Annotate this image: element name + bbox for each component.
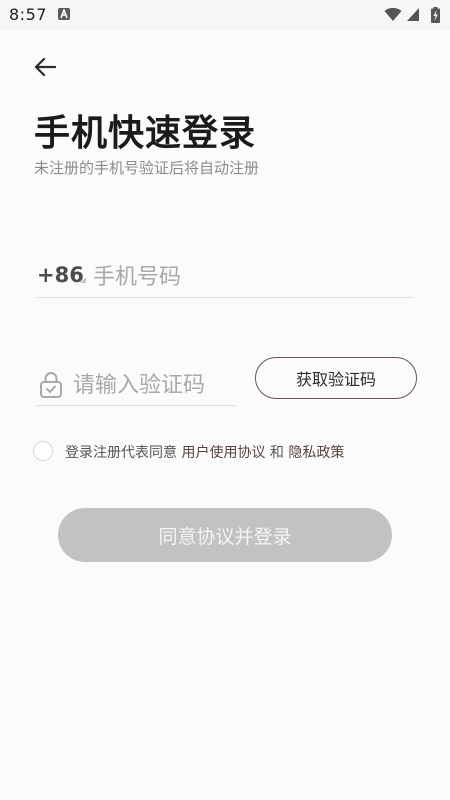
login-screen: 8:57 手机快速登录 未注册的手机号验证后将自动注册 +86 手机号码 请输入… xyxy=(0,0,450,800)
agreement-checkbox[interactable] xyxy=(33,441,53,461)
user-agreement-link[interactable]: 用户使用协议 xyxy=(181,445,265,461)
agree-and-login-button[interactable]: 同意协议并登录 xyxy=(58,508,392,562)
status-time: 8:57 xyxy=(9,5,47,24)
a-notification-icon xyxy=(58,8,70,20)
agreement-prefix: 登录注册代表同意 xyxy=(65,445,182,461)
signal-icon xyxy=(407,8,419,21)
agreement-and: 和 xyxy=(265,445,289,461)
verification-code-field xyxy=(37,366,235,406)
privacy-policy-link[interactable]: 隐私政策 xyxy=(288,445,344,461)
country-code-selector[interactable]: +86 xyxy=(37,263,84,287)
agreement-text: 登录注册代表同意 用户使用协议 和 隐私政策 xyxy=(65,442,344,462)
battery-charging-icon xyxy=(431,7,440,23)
verification-code-input[interactable] xyxy=(73,368,233,402)
wifi-icon xyxy=(384,7,402,21)
page-subtitle: 未注册的手机号验证后将自动注册 xyxy=(34,159,260,177)
phone-number-input[interactable] xyxy=(93,260,403,294)
status-bar: 8:57 xyxy=(0,0,450,30)
dropdown-triangle-icon[interactable] xyxy=(80,277,86,283)
get-code-button[interactable]: 获取验证码 xyxy=(255,357,417,399)
page-title: 手机快速登录 xyxy=(34,113,257,154)
lock-icon xyxy=(40,372,62,398)
arrow-left-icon xyxy=(34,57,56,77)
phone-field: +86 xyxy=(37,258,413,298)
back-button[interactable] xyxy=(28,50,62,84)
